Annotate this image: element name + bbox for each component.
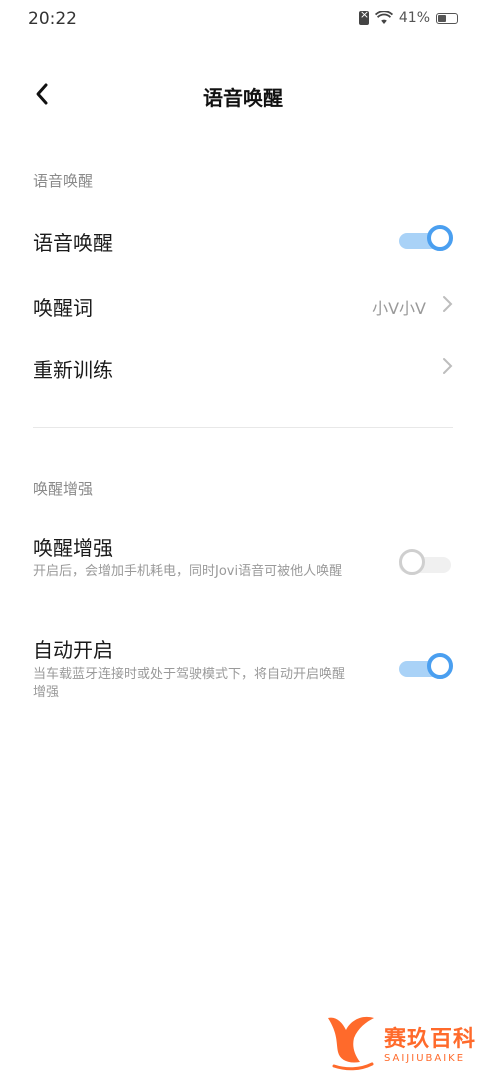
enhance-toggle[interactable]	[399, 549, 453, 581]
watermark-logo: 赛玖百科 SAIJIUBAIKE	[324, 1012, 476, 1072]
status-icons: 41%	[358, 8, 458, 26]
auto-on-toggle[interactable]	[399, 653, 453, 685]
voice-wake-title: 语音唤醒	[33, 231, 113, 255]
whale-tail-logo-icon	[327, 1016, 374, 1071]
enhance-title: 唤醒增强	[33, 536, 113, 560]
watermark-title: 赛玖百科	[383, 1026, 476, 1052]
no-sim-icon	[358, 8, 369, 25]
page-title: 语音唤醒	[203, 86, 283, 110]
enhance-description: 开启后，会增加手机耗电，同时Jovi语音可被他人唤醒	[33, 564, 343, 579]
battery-icon	[436, 12, 458, 24]
wifi-icon	[374, 11, 393, 25]
status-bar: 20:22 41%	[0, 0, 486, 40]
chevron-right-icon	[443, 358, 453, 374]
section-divider	[33, 427, 453, 428]
status-time: 20:22	[28, 9, 77, 29]
auto-on-description: 当车载蓝牙连接时或处于驾驶模式下，将自动开启唤醒增强	[33, 667, 346, 700]
retrain-title: 重新训练	[33, 358, 113, 382]
battery-percent: 41%	[398, 10, 430, 26]
nav-bar: 语音唤醒	[0, 70, 486, 120]
auto-on-title: 自动开启	[33, 638, 113, 662]
section-header-voice-wake: 语音唤醒	[33, 172, 94, 190]
chevron-right-icon	[443, 296, 453, 312]
section-header-enhance: 唤醒增强	[33, 480, 94, 498]
wake-word-value: 小V小V	[372, 299, 426, 318]
voice-wake-toggle[interactable]	[399, 225, 453, 257]
wake-word-title: 唤醒词	[33, 296, 93, 320]
watermark-subtitle: SAIJIUBAIKE	[383, 1052, 466, 1064]
